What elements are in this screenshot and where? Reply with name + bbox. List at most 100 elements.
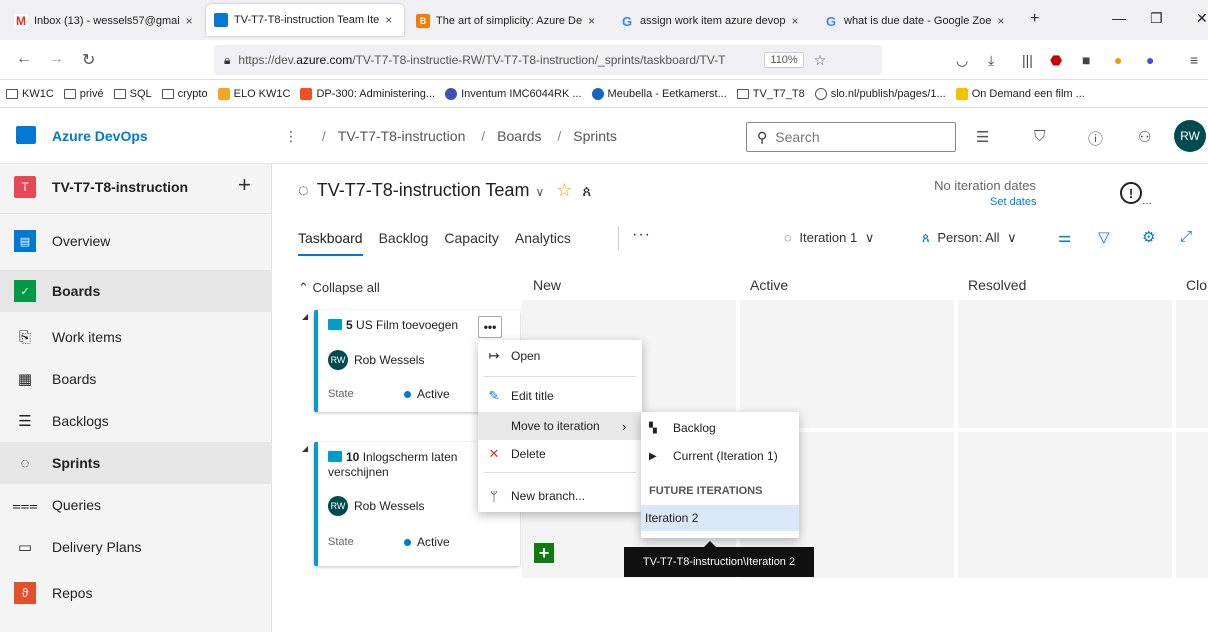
- zoom-level[interactable]: 110%: [764, 52, 804, 68]
- tab-taskboard[interactable]: Taskboard: [298, 230, 363, 256]
- menu-item-delete[interactable]: ✕ Delete: [478, 440, 642, 468]
- close-tab-icon[interactable]: ×: [588, 14, 595, 28]
- breadcrumb-boards[interactable]: Boards: [497, 128, 541, 144]
- cell-closed-row1[interactable]: [1176, 300, 1208, 428]
- add-icon[interactable]: +: [238, 172, 251, 198]
- team-title[interactable]: ◌ TV-T7-T8-instruction Team ∨ ☆ ጰ: [298, 180, 591, 201]
- sidebar-item-work-items[interactable]: ⎘ Work items: [0, 316, 272, 358]
- bookmark-star-icon[interactable]: ☆: [814, 52, 827, 69]
- team-members-icon[interactable]: ጰ: [582, 183, 591, 200]
- cell-resolved-row1[interactable]: [958, 300, 1172, 428]
- sidebar-item-boards-group[interactable]: ✓ Boards: [0, 270, 272, 312]
- more-dots-icon[interactable]: …: [1142, 196, 1152, 207]
- menu-item-edit-title[interactable]: ✎ Edit title: [478, 382, 642, 410]
- search-input[interactable]: ⚲ Search: [746, 122, 956, 152]
- menu-item-new-branch[interactable]: ᛘ New branch...: [478, 482, 642, 510]
- close-tab-icon[interactable]: ×: [385, 13, 392, 27]
- bookmark-item[interactable]: DP-300: Administering...: [300, 87, 435, 100]
- project-header[interactable]: T TV-T7-T8-instruction +: [0, 164, 272, 214]
- card-owner[interactable]: RW Rob Wessels: [328, 496, 424, 516]
- person-filter[interactable]: ጰ Person: All ∨: [922, 230, 1017, 246]
- collapse-all-button[interactable]: ⌃ Collapse all: [298, 280, 380, 296]
- tab-backlog[interactable]: Backlog: [379, 230, 429, 254]
- extension-icon[interactable]: ●: [1114, 52, 1122, 68]
- restore-window-icon[interactable]: ❐: [1150, 10, 1163, 27]
- pocket-icon[interactable]: ◡: [956, 52, 968, 69]
- set-dates-link[interactable]: Set dates: [990, 196, 1036, 208]
- new-tab-button[interactable]: +: [1030, 10, 1039, 28]
- more-vertical-icon[interactable]: ⋮: [284, 128, 298, 144]
- help-icon[interactable]: ⓘ: [1088, 128, 1103, 149]
- extension-icon[interactable]: ■: [1082, 52, 1090, 68]
- state-value[interactable]: Active: [404, 387, 450, 401]
- download-icon[interactable]: ⤓: [988, 52, 994, 69]
- reload-icon[interactable]: ↻: [82, 50, 95, 70]
- cell-resolved-row2[interactable]: [958, 432, 1172, 578]
- menu-icon[interactable]: ≡: [1190, 52, 1198, 68]
- forward-icon[interactable]: →: [48, 50, 64, 68]
- browser-tab-blog[interactable]: B The art of simplicity: Azure De ×: [408, 6, 608, 36]
- bookmark-item[interactable]: KW1C: [6, 88, 54, 100]
- sidebar-item-boards[interactable]: ▦ Boards: [0, 358, 272, 400]
- browser-tab-azure-devops[interactable]: TV-T7-T8-instruction Team Ite ×: [206, 4, 404, 36]
- card-owner[interactable]: RW Rob Wessels: [328, 350, 424, 370]
- browser-tab-google-due[interactable]: G what is due date - Google Zoe ×: [816, 6, 1016, 36]
- azure-devops-logo-icon[interactable]: [16, 126, 36, 144]
- card-title[interactable]: 5 US Film toevoegen: [328, 318, 478, 333]
- submenu-item-current[interactable]: ▶ Current (Iteration 1): [641, 443, 799, 469]
- submenu-item-iteration-2[interactable]: Iteration 2: [641, 505, 799, 531]
- more-horizontal-icon[interactable]: ···: [632, 226, 651, 244]
- back-icon[interactable]: ←: [16, 50, 32, 68]
- filter-icon[interactable]: ▽: [1098, 228, 1110, 246]
- cell-closed-row2[interactable]: [1176, 432, 1208, 578]
- library-icon[interactable]: |||: [1022, 52, 1033, 68]
- extension-icon[interactable]: ●: [1146, 52, 1154, 68]
- minimize-window-icon[interactable]: —: [1112, 10, 1126, 26]
- submenu-item-backlog[interactable]: ▚ Backlog: [641, 415, 799, 441]
- close-window-icon[interactable]: ✕: [1196, 10, 1208, 27]
- favorite-star-icon[interactable]: ☆: [556, 180, 572, 200]
- breadcrumb-sprints[interactable]: Sprints: [573, 128, 617, 144]
- user-settings-icon[interactable]: ⚇: [1138, 128, 1151, 146]
- bookmark-item[interactable]: slo.nl/publish/pages/1...: [814, 87, 946, 100]
- bookmark-item[interactable]: TV_T7_T8: [736, 88, 805, 100]
- view-options-icon[interactable]: ⚌: [1058, 228, 1071, 246]
- menu-item-open[interactable]: ↦ Open: [478, 342, 642, 370]
- sidebar-item-queries[interactable]: ⩶ Queries: [0, 484, 272, 526]
- address-bar[interactable]: 🔒︎ https://dev.azure.com/TV-T7-T8-instru…: [214, 45, 882, 75]
- marketplace-bag-icon[interactable]: ⛉: [1034, 128, 1045, 145]
- add-task-button[interactable]: +: [534, 543, 554, 563]
- close-tab-icon[interactable]: ×: [997, 14, 1004, 28]
- tab-analytics[interactable]: Analytics: [515, 230, 571, 254]
- settings-gear-icon[interactable]: ⚙: [1142, 228, 1155, 246]
- bookmark-item[interactable]: On Demand een film ...: [955, 87, 1085, 100]
- bookmark-item[interactable]: Inventum IMC6044RK ...: [445, 87, 582, 100]
- iteration-picker[interactable]: ◌ Iteration 1 ∨: [784, 230, 874, 246]
- browser-tab-google-assign[interactable]: G assign work item azure devop ×: [612, 6, 812, 36]
- browser-tab-gmail[interactable]: M Inbox (13) - wessels57@gmai ×: [6, 6, 202, 36]
- card-menu-button[interactable]: •••: [478, 316, 502, 338]
- bookmark-item[interactable]: privé: [63, 88, 104, 100]
- expand-triangle-icon[interactable]: ◢: [302, 444, 308, 453]
- bookmark-item[interactable]: SQL: [113, 88, 152, 100]
- state-value[interactable]: Active: [404, 535, 450, 549]
- sidebar-item-overview[interactable]: ▤ Overview: [0, 220, 272, 262]
- breadcrumb-project[interactable]: TV-T7-T8-instruction: [338, 128, 466, 144]
- info-icon[interactable]: !: [1120, 182, 1142, 204]
- user-avatar[interactable]: RW: [1174, 120, 1206, 152]
- close-tab-icon[interactable]: ×: [186, 14, 193, 28]
- expand-triangle-icon[interactable]: ◢: [302, 312, 308, 321]
- bookmark-item[interactable]: Meubella - Eetkamerst...: [591, 87, 727, 100]
- chevron-down-icon[interactable]: ∨: [535, 185, 544, 199]
- adblock-icon[interactable]: ⬣: [1050, 52, 1062, 69]
- sidebar-item-backlogs[interactable]: ☰ Backlogs: [0, 400, 272, 442]
- menu-item-move-to-iteration[interactable]: Move to iteration ›: [478, 412, 642, 440]
- sidebar-item-delivery-plans[interactable]: ▭ Delivery Plans: [0, 526, 272, 568]
- close-tab-icon[interactable]: ×: [792, 14, 799, 28]
- card-title[interactable]: 10 Inlogscherm laten verschijnen: [328, 450, 478, 480]
- ado-brand[interactable]: Azure DevOps: [52, 128, 148, 144]
- bookmark-item[interactable]: ELO KW1C: [217, 87, 290, 100]
- sidebar-item-repos[interactable]: ϑ Repos: [0, 572, 272, 614]
- bookmark-item[interactable]: crypto: [161, 88, 208, 100]
- cell-active-row1[interactable]: [740, 300, 954, 428]
